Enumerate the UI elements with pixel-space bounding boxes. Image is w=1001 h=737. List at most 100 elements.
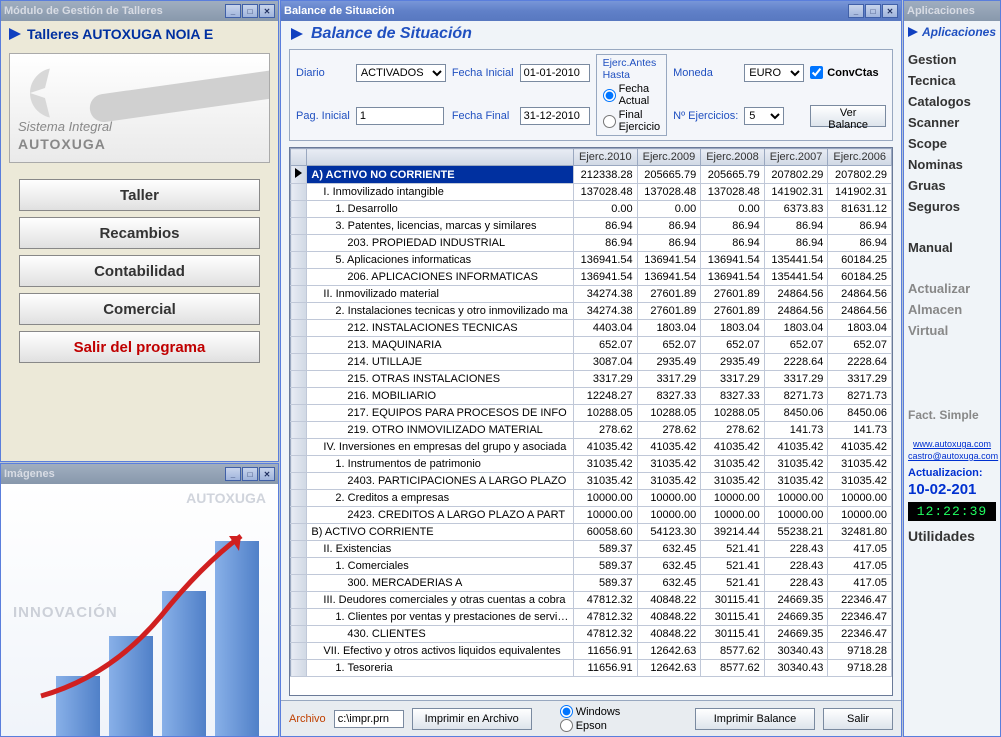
row-selector[interactable]	[291, 286, 307, 303]
table-row[interactable]: 5. Aplicaciones informaticas136941.54136…	[291, 252, 892, 269]
table-row[interactable]: 216. MOBILIARIO12248.278327.338327.33827…	[291, 388, 892, 405]
table-row[interactable]: 214. UTILLAJE3087.042935.492935.492228.6…	[291, 354, 892, 371]
checkbox-input[interactable]	[810, 66, 823, 79]
table-row[interactable]: II. Existencias589.37632.45521.41228.434…	[291, 541, 892, 558]
table-row[interactable]: 2403. PARTICIPACIONES A LARGO PLAZO31035…	[291, 473, 892, 490]
column-year[interactable]: Ejerc.2006	[828, 149, 892, 166]
table-row[interactable]: 1. Clientes por ventas y prestaciones de…	[291, 609, 892, 626]
row-selector[interactable]	[291, 575, 307, 592]
row-selector[interactable]	[291, 609, 307, 626]
row-selector[interactable]	[291, 354, 307, 371]
table-row[interactable]: I. Inmovilizado intangible137028.4813702…	[291, 184, 892, 201]
imprimir-archivo-button[interactable]: Imprimir en Archivo	[412, 708, 532, 730]
app-link-gestion[interactable]: Gestion	[908, 49, 996, 70]
row-selector[interactable]	[291, 507, 307, 524]
row-selector[interactable]	[291, 524, 307, 541]
app-link-gruas[interactable]: Gruas	[908, 175, 996, 196]
maximize-button[interactable]: □	[865, 4, 881, 18]
app-link-almacen[interactable]: Almacen	[908, 299, 996, 320]
app-link-seguros[interactable]: Seguros	[908, 196, 996, 217]
row-selector[interactable]	[291, 456, 307, 473]
table-row[interactable]: 212. INSTALACIONES TECNICAS4403.041803.0…	[291, 320, 892, 337]
row-selector[interactable]	[291, 405, 307, 422]
table-row[interactable]: 1. Comerciales589.37632.45521.41228.4341…	[291, 558, 892, 575]
close-button[interactable]: ✕	[882, 4, 898, 18]
titlebar[interactable]: Imágenes _ □ ✕	[1, 464, 278, 484]
minimize-button[interactable]: _	[225, 467, 241, 481]
nav-button-comercial[interactable]: Comercial	[19, 293, 260, 325]
row-selector[interactable]	[291, 490, 307, 507]
minimize-button[interactable]: _	[225, 4, 241, 18]
app-link-virtual[interactable]: Virtual	[908, 320, 996, 341]
diario-select[interactable]: ACTIVADOS	[356, 64, 446, 82]
column-year[interactable]: Ejerc.2010	[574, 149, 638, 166]
row-selector[interactable]	[291, 558, 307, 575]
row-selector[interactable]	[291, 218, 307, 235]
radio-input[interactable]	[603, 115, 616, 128]
salir-button[interactable]: Salir	[823, 708, 893, 730]
table-row[interactable]: 1. Instrumentos de patrimonio31035.42310…	[291, 456, 892, 473]
row-selector[interactable]	[291, 201, 307, 218]
titlebar[interactable]: Módulo de Gestión de Talleres _ □ ✕	[1, 1, 278, 21]
balance-grid[interactable]: Ejerc.2010Ejerc.2009Ejerc.2008Ejerc.2007…	[289, 147, 893, 696]
paginicial-input[interactable]	[356, 107, 444, 125]
table-row[interactable]: 1. Tesoreria11656.9112642.638577.6230340…	[291, 660, 892, 677]
maximize-button[interactable]: □	[242, 467, 258, 481]
nav-button-taller[interactable]: Taller	[19, 179, 260, 211]
table-row[interactable]: 206. APLICACIONES INFORMATICAS136941.541…	[291, 269, 892, 286]
manual-link[interactable]: Manual	[908, 237, 996, 258]
fact-simple-link[interactable]: Fact. Simple	[908, 405, 996, 425]
table-row[interactable]: 213. MAQUINARIA652.07652.07652.07652.076…	[291, 337, 892, 354]
column-year[interactable]: Ejerc.2007	[764, 149, 828, 166]
row-selector[interactable]	[291, 388, 307, 405]
row-selector[interactable]	[291, 643, 307, 660]
row-selector[interactable]	[291, 184, 307, 201]
row-selector[interactable]	[291, 473, 307, 490]
fechainicial-input[interactable]	[520, 64, 590, 82]
table-row[interactable]: 300. MERCADERIAS A589.37632.45521.41228.…	[291, 575, 892, 592]
table-row[interactable]: 430. CLIENTES47812.3240848.2230115.41246…	[291, 626, 892, 643]
close-button[interactable]: ✕	[259, 467, 275, 481]
app-link-tecnica[interactable]: Tecnica	[908, 70, 996, 91]
imprimir-balance-button[interactable]: Imprimir Balance	[695, 708, 815, 730]
row-selector[interactable]	[291, 660, 307, 677]
epson-radio[interactable]: Epson	[560, 719, 621, 732]
utilidades-link[interactable]: Utilidades	[908, 525, 996, 547]
row-selector[interactable]	[291, 269, 307, 286]
row-selector[interactable]	[291, 422, 307, 439]
website-link[interactable]: www.autoxuga.com	[908, 439, 996, 449]
table-row[interactable]: IV. Inversiones en empresas del grupo y …	[291, 439, 892, 456]
table-row[interactable]: 2. Creditos a empresas10000.0010000.0010…	[291, 490, 892, 507]
finalejercicio-radio[interactable]: Final Ejercicio	[603, 109, 661, 133]
row-selector[interactable]	[291, 439, 307, 456]
column-year[interactable]: Ejerc.2008	[701, 149, 765, 166]
app-link-scope[interactable]: Scope	[908, 133, 996, 154]
column-desc[interactable]	[307, 149, 574, 166]
table-row[interactable]: 215. OTRAS INSTALACIONES3317.293317.2933…	[291, 371, 892, 388]
row-selector[interactable]	[291, 541, 307, 558]
table-row[interactable]: 2423. CREDITOS A LARGO PLAZO A PART10000…	[291, 507, 892, 524]
table-row[interactable]: B) ACTIVO CORRIENTE60058.6054123.3039214…	[291, 524, 892, 541]
app-link-nominas[interactable]: Nominas	[908, 154, 996, 175]
row-selector[interactable]	[291, 626, 307, 643]
archivo-input[interactable]	[334, 710, 404, 728]
column-year[interactable]: Ejerc.2009	[637, 149, 701, 166]
fechaactual-radio[interactable]: Fecha Actual	[603, 83, 661, 107]
table-row[interactable]: III. Deudores comerciales y otras cuenta…	[291, 592, 892, 609]
table-row[interactable]: 219. OTRO INMOVILIZADO MATERIAL278.62278…	[291, 422, 892, 439]
convctas-checkbox[interactable]: ConvCtas	[810, 66, 886, 79]
row-selector[interactable]	[291, 320, 307, 337]
fechafinal-input[interactable]	[520, 107, 590, 125]
row-selector[interactable]	[291, 592, 307, 609]
table-row[interactable]: 3. Patentes, licencias, marcas y similar…	[291, 218, 892, 235]
table-row[interactable]: VII. Efectivo y otros activos liquidos e…	[291, 643, 892, 660]
row-selector[interactable]	[291, 303, 307, 320]
app-link-catalogos[interactable]: Catalogos	[908, 91, 996, 112]
email-link[interactable]: castro@autoxuga.com	[908, 451, 996, 461]
close-button[interactable]: ✕	[259, 4, 275, 18]
app-link-scanner[interactable]: Scanner	[908, 112, 996, 133]
table-row[interactable]: II. Inmovilizado material34274.3827601.8…	[291, 286, 892, 303]
titlebar[interactable]: Aplicaciones	[904, 1, 1000, 21]
table-row[interactable]: 2. Instalaciones tecnicas y otro inmovil…	[291, 303, 892, 320]
table-row[interactable]: 217. EQUIPOS PARA PROCESOS DE INFO10288.…	[291, 405, 892, 422]
